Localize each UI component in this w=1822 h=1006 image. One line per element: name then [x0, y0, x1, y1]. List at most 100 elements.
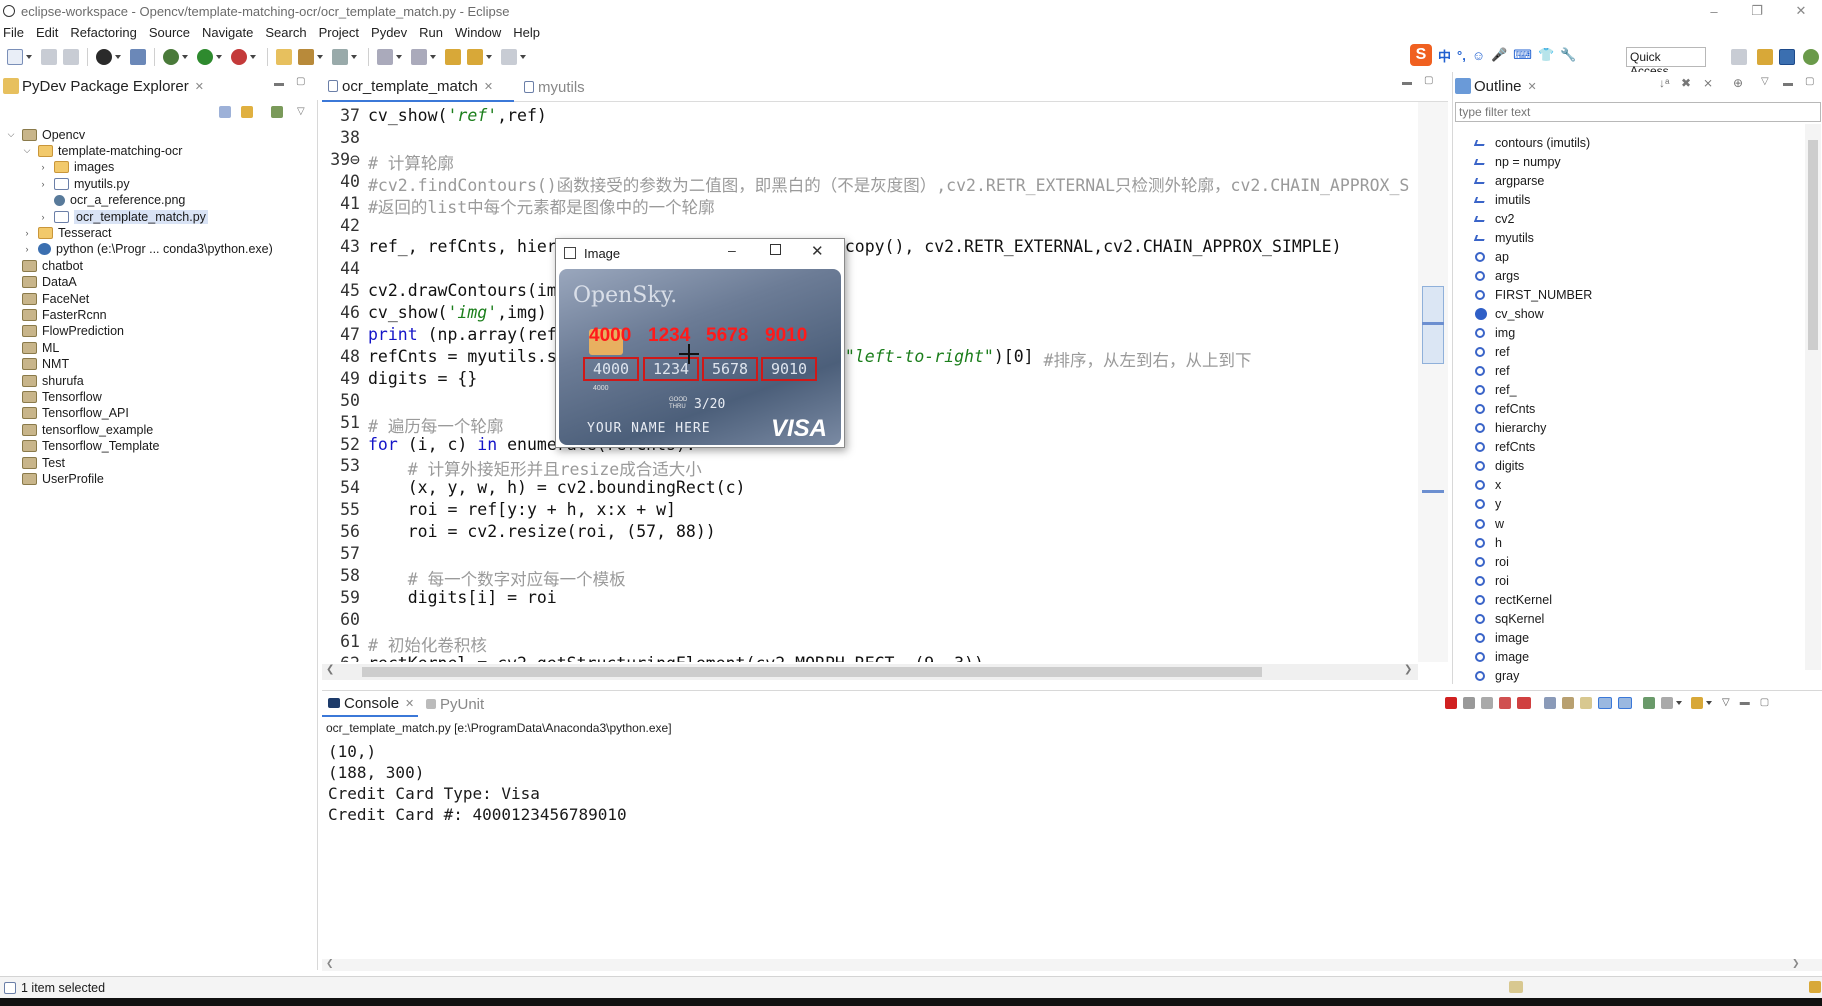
console-output[interactable]: (10,) (188, 300) Credit Card Type: Visa Cre…: [328, 741, 627, 825]
outline-item[interactable]: gray: [1475, 666, 1519, 685]
run-icon[interactable]: [197, 49, 213, 65]
outline-item[interactable]: w: [1475, 514, 1504, 533]
outline-filter-input[interactable]: type filter text: [1455, 102, 1821, 122]
code-line[interactable]: 46 cv_show('img' ,img): [322, 303, 547, 325]
tab-ocr-template-match[interactable]: ocr_template_match ✕: [322, 72, 514, 102]
minimize-icon[interactable]: ▬: [1783, 78, 1793, 89]
sogou-ime-icon[interactable]: S: [1410, 44, 1432, 66]
last-edit-icon[interactable]: [445, 49, 461, 65]
forward-dropdown-icon[interactable]: [520, 55, 526, 59]
console-horizontal-scrollbar[interactable]: ❮ ❯: [322, 958, 1822, 971]
pydev-perspective-icon[interactable]: [1779, 49, 1795, 65]
chevron-right-icon[interactable]: ›: [22, 228, 32, 238]
outline-item[interactable]: roi: [1475, 552, 1509, 571]
minimize-icon[interactable]: ▬: [274, 78, 284, 89]
next-annotation-dropdown-icon[interactable]: [396, 55, 402, 59]
word-wrap-icon[interactable]: [1580, 697, 1592, 709]
filter-icon[interactable]: [271, 106, 283, 118]
maximize-icon[interactable]: ▢: [1424, 75, 1433, 86]
outline-item[interactable]: cv_show: [1475, 304, 1544, 323]
outline-item[interactable]: refCnts: [1475, 438, 1535, 457]
ime-tools-icon[interactable]: 🔧: [1560, 47, 1576, 63]
remove-launch-icon[interactable]: [1463, 697, 1475, 709]
back-dropdown-icon[interactable]: [486, 55, 492, 59]
menu-refactoring[interactable]: Refactoring: [70, 25, 144, 40]
open-console-dropdown-icon[interactable]: [1706, 701, 1712, 705]
code-line[interactable]: 38: [322, 128, 368, 150]
outline-item[interactable]: y: [1475, 495, 1501, 514]
display-console-icon[interactable]: [1661, 697, 1673, 709]
outline-item[interactable]: image: [1475, 647, 1529, 666]
menu-pydev[interactable]: Pydev: [371, 25, 415, 40]
chevron-down-icon[interactable]: ⌵: [6, 129, 16, 140]
show-stderr-icon[interactable]: [1618, 697, 1632, 709]
code-line[interactable]: 57: [322, 544, 368, 566]
menu-navigate[interactable]: Navigate: [202, 25, 261, 40]
package-explorer-title[interactable]: PyDev Package Explorer: [22, 78, 189, 95]
code-line[interactable]: 54 (x, y, w, h) = cv2.boundingRect(c): [322, 478, 745, 500]
open-folder-icon[interactable]: [276, 49, 292, 65]
outline-item[interactable]: ref: [1475, 343, 1510, 362]
minimize-button[interactable]: –: [1697, 0, 1731, 22]
maximize-icon[interactable]: ▢: [1805, 76, 1814, 87]
display-console-dropdown-icon[interactable]: [1676, 701, 1682, 705]
code-line[interactable]: 51 # 遍历每一个轮廓: [322, 413, 503, 436]
remove-all-icon[interactable]: [1481, 697, 1493, 709]
code-line[interactable]: 49 digits = {}: [322, 369, 477, 391]
link-with-editor-icon[interactable]: [241, 106, 253, 118]
new-icon[interactable]: [7, 49, 23, 65]
code-line[interactable]: 42: [322, 216, 368, 238]
pydev-dropdown-icon[interactable]: [115, 55, 121, 59]
close-icon[interactable]: ✕: [195, 80, 204, 93]
outline-item[interactable]: argparse: [1473, 171, 1544, 190]
java-perspective-icon[interactable]: [1757, 49, 1773, 65]
outline-item[interactable]: h: [1475, 533, 1502, 552]
editor-vertical-scrollbar[interactable]: [1418, 102, 1448, 662]
outline-item[interactable]: ref_: [1475, 381, 1517, 400]
show-stdout-icon[interactable]: [1598, 697, 1612, 709]
overview-marker[interactable]: [1422, 322, 1444, 325]
code-line[interactable]: 41 #返回的list中每个元素都是图像中的一个轮廓: [322, 194, 715, 217]
status-tool-icon[interactable]: [1509, 981, 1523, 993]
outline-item[interactable]: hierarchy: [1475, 419, 1546, 438]
ime-chinese-mode[interactable]: 中: [1438, 46, 1451, 65]
ime-voice-icon[interactable]: 🎤: [1491, 47, 1507, 63]
outline-vertical-scrollbar[interactable]: [1805, 124, 1821, 670]
scroll-right-icon[interactable]: ❯: [1792, 958, 1800, 969]
forward-icon[interactable]: [501, 49, 517, 65]
terminate-icon[interactable]: [1445, 697, 1457, 709]
code-line[interactable]: 50: [322, 391, 368, 413]
outline-item[interactable]: digits: [1475, 457, 1524, 476]
prev-annotation-dropdown-icon[interactable]: [430, 55, 436, 59]
outline-item[interactable]: rectKernel: [1475, 590, 1552, 609]
code-line[interactable]: 62rectKernel = cv2.getStructuringElement…: [322, 654, 984, 663]
hide-static-icon[interactable]: ⨯: [1703, 76, 1713, 90]
close-tab-icon[interactable]: ✕: [405, 697, 414, 710]
tab-console[interactable]: Console ✕: [322, 691, 418, 717]
menu-window[interactable]: Window: [455, 25, 509, 40]
open-console-icon[interactable]: [1691, 697, 1703, 709]
open-type-dropdown-icon[interactable]: [317, 55, 323, 59]
outline-item[interactable]: cv2: [1473, 209, 1514, 228]
back-icon[interactable]: [467, 49, 483, 65]
outline-item[interactable]: ap: [1475, 247, 1509, 266]
terminal-icon[interactable]: [130, 49, 146, 65]
pin-console-icon[interactable]: [1643, 697, 1655, 709]
new-dropdown-icon[interactable]: [26, 55, 32, 59]
minimize-icon[interactable]: ▬: [1402, 77, 1412, 88]
outline-item[interactable]: np = numpy: [1473, 152, 1561, 171]
code-line[interactable]: 59 digits[i] = roi: [322, 588, 557, 610]
external-tools-dropdown-icon[interactable]: [250, 55, 256, 59]
outline-item[interactable]: x: [1475, 476, 1501, 495]
chevron-right-icon[interactable]: ›: [38, 179, 48, 189]
open-perspective-icon[interactable]: [1731, 49, 1747, 65]
ime-skin-icon[interactable]: 👕: [1538, 47, 1554, 63]
image-window[interactable]: Image – ✕ OpenSky. 4000 1234 5678 9010 4…: [555, 238, 845, 448]
debug-dropdown-icon[interactable]: [182, 55, 188, 59]
code-line[interactable]: 61 # 初始化卷积核: [322, 632, 487, 655]
outline-item[interactable]: sqKernel: [1475, 609, 1544, 628]
maximize-button[interactable]: [770, 244, 781, 255]
copy-icon[interactable]: [1544, 697, 1556, 709]
code-text-area[interactable]: 37 cv_show('ref' ,ref) 38 39⊖ # 计算轮廓 40 #cv2.fi…: [322, 102, 1418, 662]
outline-item[interactable]: ref: [1475, 362, 1510, 381]
